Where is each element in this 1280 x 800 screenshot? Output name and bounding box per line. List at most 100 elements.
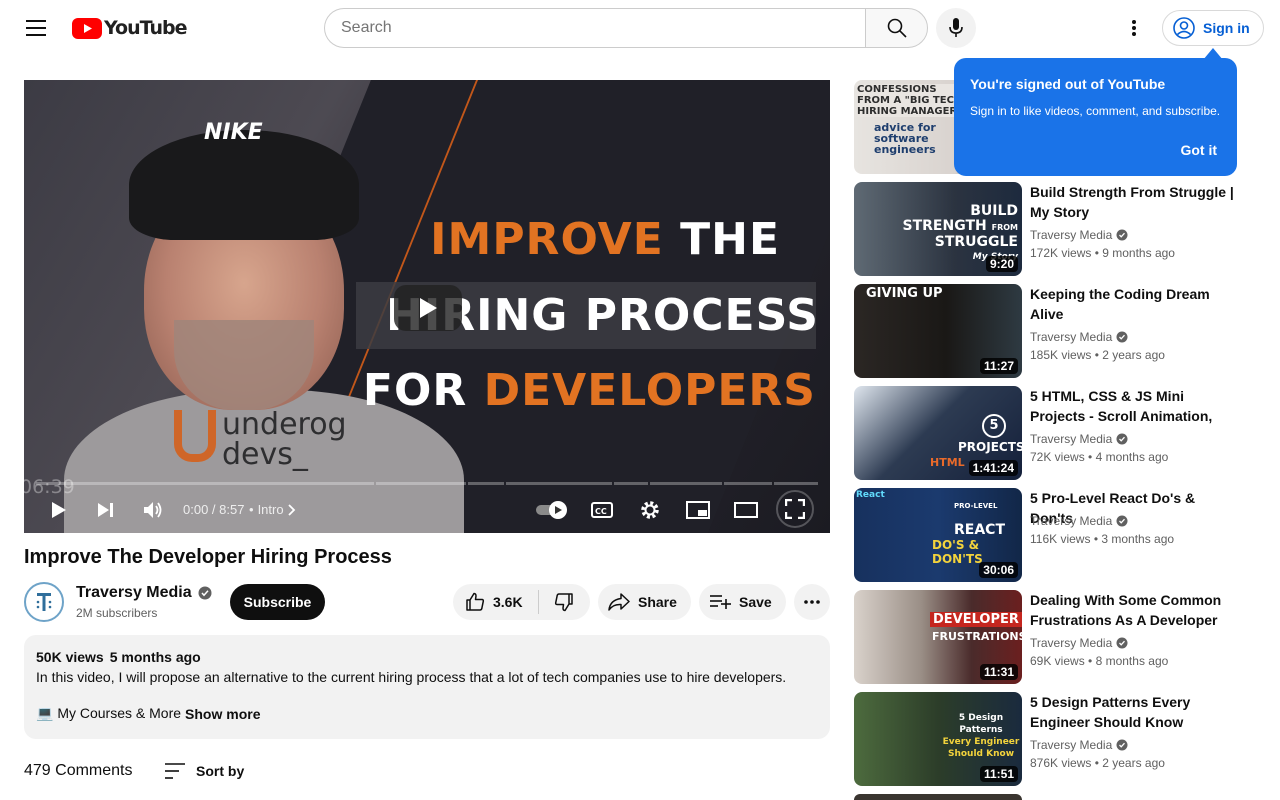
- recommendation-item[interactable]: 5 Design Patterns Every Engineer Should …: [854, 692, 1244, 786]
- channel-name-link[interactable]: Traversy Media: [76, 584, 212, 602]
- chapter-segment[interactable]: [376, 482, 466, 485]
- more-actions-button[interactable]: [794, 584, 830, 620]
- recommendation-title[interactable]: Keeping the Coding Dream Alive: [1030, 284, 1235, 324]
- thumb-line: HIRING MANAGER: [857, 106, 958, 117]
- captions-button[interactable]: CC: [582, 490, 622, 530]
- recommendation-thumbnail[interactable]: React PRO-LEVEL REACT DO'S & DON'TS 30:0…: [854, 488, 1022, 582]
- view-count: 69K views: [1030, 654, 1085, 668]
- recommendation-title[interactable]: 5 HTML, CSS & JS Mini Projects - Scroll …: [1030, 386, 1235, 426]
- channel-name: Traversy Media: [1030, 330, 1113, 344]
- chapter-button[interactable]: • Intro: [249, 502, 296, 517]
- recommendation-channel[interactable]: Traversy Media: [1030, 738, 1128, 752]
- recommendation-item[interactable]: React PRO-LEVEL REACT DO'S & DON'TS 30:0…: [854, 488, 1244, 582]
- chapter-segment[interactable]: [506, 482, 612, 485]
- description-meta: 50K views 5 months ago: [36, 649, 818, 665]
- recommendation-thumbnail[interactable]: BUILD STRENGTH FROM STRUGGLE My Story 9:…: [854, 182, 1022, 276]
- search-input[interactable]: [324, 8, 865, 48]
- menu-icon: [26, 20, 46, 36]
- recommendation-item[interactable]: GIVING UP 11:27 Keeping the Coding Dream…: [854, 284, 1244, 378]
- verified-icon: [1116, 433, 1128, 445]
- shirt-text-line1: underog: [222, 407, 347, 442]
- settings-button[interactable]: [630, 490, 670, 530]
- recommendation-item[interactable]: [854, 794, 1244, 800]
- channel-name: Traversy Media: [1030, 738, 1113, 752]
- thumbnail-subtext: HTML: [930, 456, 965, 469]
- chapter-segment[interactable]: [36, 482, 374, 485]
- recommendation-channel[interactable]: Traversy Media: [1030, 228, 1128, 242]
- recommendation-meta: 116K views • 3 months ago: [1030, 532, 1175, 546]
- chapter-segment[interactable]: [774, 482, 818, 485]
- show-more-button[interactable]: Show more: [185, 706, 260, 722]
- recommendation-channel[interactable]: Traversy Media: [1030, 330, 1128, 344]
- video-player[interactable]: underog devs_ NIKE IMPROVE THE HIRING PR…: [24, 80, 830, 533]
- mute-button[interactable]: [133, 490, 173, 530]
- view-count: 172K views: [1030, 246, 1092, 260]
- chapter-segment[interactable]: [468, 482, 504, 485]
- recommendation-title[interactable]: Build Strength From Struggle | My Story: [1030, 182, 1235, 222]
- description-box[interactable]: 50K views 5 months ago In this video, I …: [24, 635, 830, 739]
- thumbnail-cap: [129, 130, 359, 240]
- recommendation-title[interactable]: Dealing With Some Common Frustrations As…: [1030, 590, 1235, 630]
- save-button[interactable]: Save: [699, 584, 786, 620]
- recommendation-item[interactable]: BUILD STRENGTH FROM STRUGGLE My Story 9:…: [854, 182, 1244, 276]
- theater-mode-button[interactable]: [726, 490, 766, 530]
- search-button[interactable]: [865, 8, 928, 48]
- recommendation-item[interactable]: DEVELOPER FRUSTRATIONS 11:31 Dealing Wit…: [854, 590, 1244, 684]
- chapter-segment[interactable]: [650, 482, 722, 485]
- recommendation-channel[interactable]: Traversy Media: [1030, 514, 1128, 528]
- like-button[interactable]: 3.6K: [453, 584, 538, 620]
- shirt-text: underog devs_: [222, 410, 347, 470]
- account-icon: [1173, 17, 1195, 39]
- thumbnail-title-line1: IMPROVE THE: [430, 214, 780, 265]
- voice-search-button[interactable]: [936, 8, 976, 48]
- recommendation-channel[interactable]: Traversy Media: [1030, 636, 1128, 650]
- share-button[interactable]: Share: [598, 584, 691, 620]
- chapter-segment[interactable]: [724, 482, 772, 485]
- thumbnail-text: 5 Design Patterns Every Engineer Should …: [940, 712, 1022, 760]
- large-play-button[interactable]: [394, 285, 462, 331]
- recommendation-item[interactable]: 5 PROJECTS HTML 1:41:24 5 HTML, CSS & JS…: [854, 386, 1244, 480]
- recommendation-thumbnail[interactable]: 5 PROJECTS HTML 1:41:24: [854, 386, 1022, 480]
- upload-age: 8 months ago: [1095, 654, 1169, 668]
- got-it-button[interactable]: Got it: [1180, 142, 1217, 158]
- sign-in-label: Sign in: [1203, 20, 1250, 36]
- recommendation-thumbnail[interactable]: GIVING UP 11:27: [854, 284, 1022, 378]
- play-icon: [52, 502, 66, 518]
- thumb-line: 5 Design Patterns: [958, 713, 1004, 735]
- cap-logo-text: NIKE: [204, 120, 263, 145]
- menu-button[interactable]: [16, 8, 56, 48]
- miniplayer-icon: [686, 501, 710, 519]
- recommendation-channel[interactable]: Traversy Media: [1030, 432, 1128, 446]
- subscribe-button[interactable]: Subscribe: [230, 584, 325, 620]
- channel-name: Traversy Media: [1030, 514, 1113, 528]
- recommendation-thumbnail[interactable]: 5 Design Patterns Every Engineer Should …: [854, 692, 1022, 786]
- recommendation-title[interactable]: 5 Design Patterns Every Engineer Should …: [1030, 692, 1235, 732]
- autoplay-toggle[interactable]: [530, 490, 574, 530]
- next-button[interactable]: [86, 490, 126, 530]
- underdog-logo-shape: [174, 410, 216, 462]
- progress-bar[interactable]: [36, 482, 818, 485]
- more-vert-icon: [1132, 20, 1136, 36]
- recommendation-meta: 185K views • 2 years ago: [1030, 348, 1165, 362]
- channel-avatar[interactable]: [24, 582, 64, 622]
- share-label: Share: [638, 594, 677, 610]
- time-display: 0:00 / 8:57: [183, 502, 245, 517]
- settings-more-button[interactable]: [1114, 8, 1154, 48]
- sort-by-button[interactable]: Sort by: [164, 762, 244, 780]
- player-controls: 0:00 / 8:57 • Intro CC: [24, 490, 830, 530]
- fullscreen-button[interactable]: [776, 490, 814, 528]
- youtube-logo[interactable]: YouTube: [72, 17, 187, 39]
- sign-in-button[interactable]: Sign in: [1162, 10, 1264, 46]
- play-button[interactable]: [39, 490, 79, 530]
- video-duration: 11:27: [979, 358, 1018, 374]
- recommendation-thumbnail[interactable]: [854, 794, 1022, 800]
- like-count: 3.6K: [493, 594, 523, 610]
- dislike-button[interactable]: [539, 584, 589, 620]
- view-count: 876K views: [1030, 756, 1092, 770]
- recommendation-thumbnail[interactable]: DEVELOPER FRUSTRATIONS 11:31: [854, 590, 1022, 684]
- fullscreen-icon: [785, 499, 805, 519]
- thumb-line: Every Engineer: [942, 737, 1020, 747]
- chapter-segment[interactable]: [614, 482, 648, 485]
- chevron-right-icon: [287, 503, 295, 516]
- miniplayer-button[interactable]: [678, 490, 718, 530]
